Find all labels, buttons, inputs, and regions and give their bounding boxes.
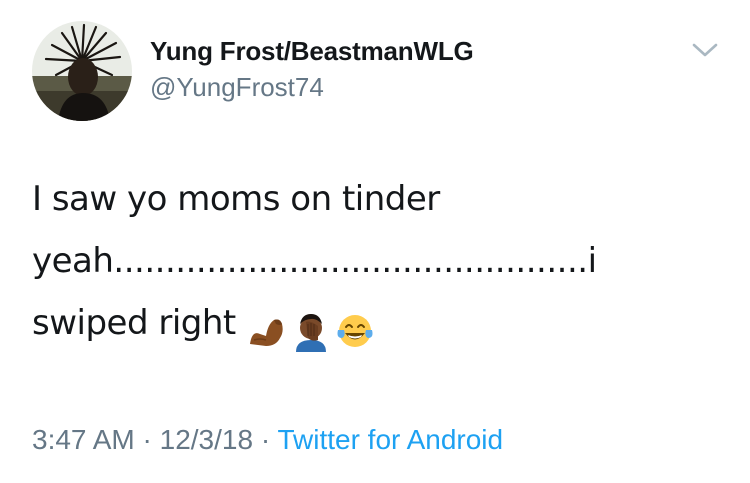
flexed-biceps-icon — [246, 310, 288, 352]
emoji-row — [246, 298, 378, 360]
face-palm-icon — [290, 310, 332, 352]
chevron-down-icon[interactable] — [690, 40, 720, 60]
tweet-line-with-emoji: swiped right — [32, 292, 712, 360]
tweet-line: I saw yo moms on tinder — [32, 179, 440, 219]
meta-separator: · — [253, 424, 278, 455]
tweet-card: Yung Frost/BeastmanWLG @YungFrost74 I sa… — [0, 0, 750, 483]
tweet-line: yeah....................................… — [32, 241, 597, 281]
tweet-meta: 3:47 AM · 12/3/18 · Twitter for Android — [32, 424, 503, 456]
tweet-time[interactable]: 3:47 AM — [32, 424, 135, 455]
tweet-source-link[interactable]: Twitter for Android — [277, 424, 503, 455]
tweet-text: I saw yo moms on tinder yeah............… — [32, 168, 712, 360]
display-name[interactable]: Yung Frost/BeastmanWLG — [150, 36, 474, 67]
tweet-line-text: swiped right — [32, 303, 236, 343]
meta-separator: · — [134, 424, 160, 455]
avatar[interactable] — [32, 21, 132, 121]
tweet-date[interactable]: 12/3/18 — [160, 424, 253, 455]
user-handle[interactable]: @YungFrost74 — [150, 72, 324, 103]
avatar-photo-icon — [32, 21, 132, 121]
tears-of-joy-icon — [334, 310, 376, 352]
